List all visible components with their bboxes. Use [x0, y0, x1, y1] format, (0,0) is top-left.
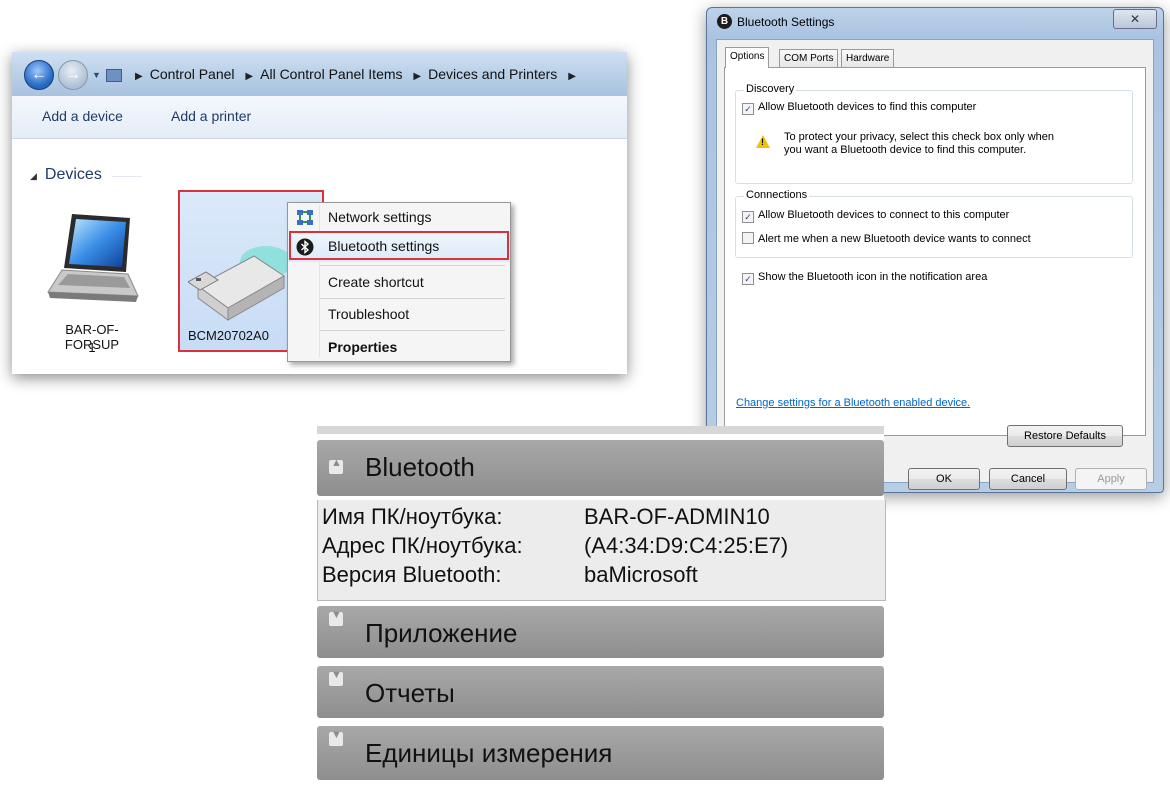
device-laptop[interactable]: BAR-OF-FORSUP 1	[42, 212, 142, 355]
info-row-bt-version: Версия Bluetooth: baMicrosoft	[322, 562, 698, 588]
highlight-box	[289, 231, 509, 260]
context-menu: Network settings Bluetooth settings Crea…	[287, 202, 511, 362]
info-label: Адрес ПК/ноутбука:	[322, 533, 523, 558]
history-dropdown-icon[interactable]: ▼	[92, 70, 101, 80]
tab-com-ports[interactable]: COM Ports	[779, 49, 839, 67]
network-icon	[297, 210, 313, 225]
collapse-arrow-icon: ▲	[329, 457, 343, 474]
device-laptop-name-line2: 1	[88, 340, 96, 355]
expand-arrow-icon: ▼	[329, 729, 343, 746]
panel-top-strip	[317, 426, 884, 434]
info-value: BAR-OF-ADMIN10	[584, 504, 770, 529]
add-device-button[interactable]: Add a device	[42, 108, 123, 124]
breadcrumb-control-panel[interactable]: Control Panel	[150, 66, 235, 82]
connections-group: Connections ✓ Allow Bluetooth devices to …	[735, 189, 1133, 258]
privacy-warning: To protect your privacy, select this che…	[784, 131, 1054, 157]
expand-arrow-icon: ▼	[329, 669, 343, 686]
alert-new-label: Alert me when a new Bluetooth device wan…	[758, 233, 1031, 245]
allow-find-label: Allow Bluetooth devices to find this com…	[758, 101, 977, 113]
menu-item-label: Create shortcut	[328, 274, 424, 290]
show-icon-checkbox-row[interactable]: ✓ Show the Bluetooth icon in the notifica…	[742, 271, 987, 285]
section-reports-header[interactable]: ▼ Отчеты	[317, 666, 884, 718]
devices-group-label: Devices	[44, 166, 102, 183]
section-application-header[interactable]: ▼ Приложение	[317, 606, 884, 658]
apply-button[interactable]: Apply	[1075, 468, 1147, 490]
close-button[interactable]: ✕	[1113, 9, 1157, 29]
section-title: Приложение	[365, 618, 518, 648]
address-bar: ← → ▼ ▶ Control Panel ▶ All Control Panel …	[12, 52, 627, 97]
menu-item-label: Properties	[328, 339, 398, 355]
menu-item-troubleshoot[interactable]: Troubleshoot	[288, 300, 510, 330]
info-label: Версия Bluetooth:	[322, 562, 502, 587]
menu-item-network-settings[interactable]: Network settings	[288, 203, 510, 233]
section-units-header[interactable]: ▼ Единицы измерения	[317, 726, 884, 780]
warning-icon: !	[756, 135, 770, 148]
options-panel: Discovery ✓ Allow Bluetooth devices to fi…	[724, 67, 1146, 436]
command-bar: Add a device Add a printer	[12, 96, 627, 139]
cancel-button[interactable]: Cancel	[989, 468, 1067, 490]
laptop-icon	[47, 214, 139, 302]
breadcrumb: ▶ Control Panel ▶ All Control Panel Items …	[135, 66, 576, 82]
alert-new-checkbox-row[interactable]: Alert me when a new Bluetooth device wan…	[742, 232, 1031, 245]
devices-header-divider	[112, 176, 142, 177]
control-panel-icon	[106, 69, 122, 82]
alert-new-checkbox[interactable]	[742, 232, 754, 244]
restore-defaults-button[interactable]: Restore Defaults	[1007, 425, 1123, 447]
discovery-group-title: Discovery	[744, 83, 797, 95]
show-icon-label: Show the Bluetooth icon in the notificat…	[758, 271, 988, 283]
menu-separator	[320, 330, 505, 331]
allow-find-checkbox-row[interactable]: ✓ Allow Bluetooth devices to find this co…	[742, 101, 976, 115]
allow-find-checkbox[interactable]: ✓	[742, 103, 754, 115]
menu-separator	[320, 265, 505, 266]
info-row-pc-name: Имя ПК/ноутбука: BAR-OF-ADMIN10	[322, 504, 770, 530]
section-title: Отчеты	[365, 678, 455, 708]
change-settings-link[interactable]: Change settings for a Bluetooth enabled …	[736, 397, 970, 409]
info-row-pc-address: Адрес ПК/ноутбука: (A4:34:D9:C4:25:E7)	[322, 533, 788, 559]
menu-separator	[320, 298, 505, 299]
usb-dongle-icon	[188, 246, 292, 321]
tab-options[interactable]: Options	[725, 47, 770, 68]
menu-item-create-shortcut[interactable]: Create shortcut	[288, 268, 510, 298]
back-arrow-icon[interactable]: ←	[24, 60, 54, 90]
menu-item-label: Troubleshoot	[328, 306, 410, 322]
tab-hardware[interactable]: Hardware	[841, 49, 895, 67]
menu-item-label: Network settings	[328, 209, 432, 225]
allow-connect-label: Allow Bluetooth devices to connect to th…	[758, 209, 1010, 221]
info-value: baMicrosoft	[584, 562, 698, 587]
bluetooth-settings-dialog: B Bluetooth Settings ✕ Options COM Ports…	[706, 7, 1164, 493]
add-printer-button[interactable]: Add a printer	[171, 108, 251, 124]
devices-and-printers-window: ← → ▼ ▶ Control Panel ▶ All Control Panel …	[12, 52, 627, 374]
expand-arrow-icon: ▼	[329, 609, 343, 626]
allow-connect-checkbox-row[interactable]: ✓ Allow Bluetooth devices to connect to t…	[742, 209, 1009, 223]
forward-arrow-icon[interactable]: →	[58, 60, 88, 90]
section-title: Единицы измерения	[365, 738, 613, 768]
menu-item-properties[interactable]: Properties	[288, 333, 510, 363]
section-bluetooth-header[interactable]: ▲ Bluetooth	[317, 440, 884, 496]
allow-connect-checkbox[interactable]: ✓	[742, 211, 754, 223]
ok-button[interactable]: OK	[908, 468, 980, 490]
info-label: Имя ПК/ноутбука:	[322, 504, 503, 529]
privacy-warning-line1: To protect your privacy, select this che…	[784, 131, 1055, 143]
dialog-body: Options COM Ports Hardware Discovery ✓ Al…	[716, 39, 1154, 490]
section-title: Bluetooth	[365, 452, 475, 482]
connections-group-title: Connections	[744, 189, 810, 201]
devices-group-header[interactable]: ◢ Devices	[30, 166, 102, 184]
dialog-title: Bluetooth Settings	[737, 15, 835, 29]
breadcrumb-devices-printers[interactable]: Devices and Printers	[428, 66, 557, 82]
collapse-triangle-icon: ◢	[30, 171, 37, 181]
privacy-warning-line2: you want a Bluetooth device to find this…	[784, 144, 1027, 156]
info-value: (A4:34:D9:C4:25:E7)	[584, 533, 789, 558]
show-icon-checkbox[interactable]: ✓	[742, 273, 754, 285]
bluetooth-info-panel: Имя ПК/ноутбука: BAR-OF-ADMIN10 Адрес ПК…	[317, 500, 886, 601]
app-settings-panel: ▲ Bluetooth Имя ПК/ноутбука: BAR-OF-ADMI…	[317, 426, 886, 784]
bluetooth-icon: B	[717, 14, 732, 29]
discovery-group: Discovery ✓ Allow Bluetooth devices to fi…	[735, 83, 1133, 184]
breadcrumb-all-items[interactable]: All Control Panel Items	[260, 66, 402, 82]
